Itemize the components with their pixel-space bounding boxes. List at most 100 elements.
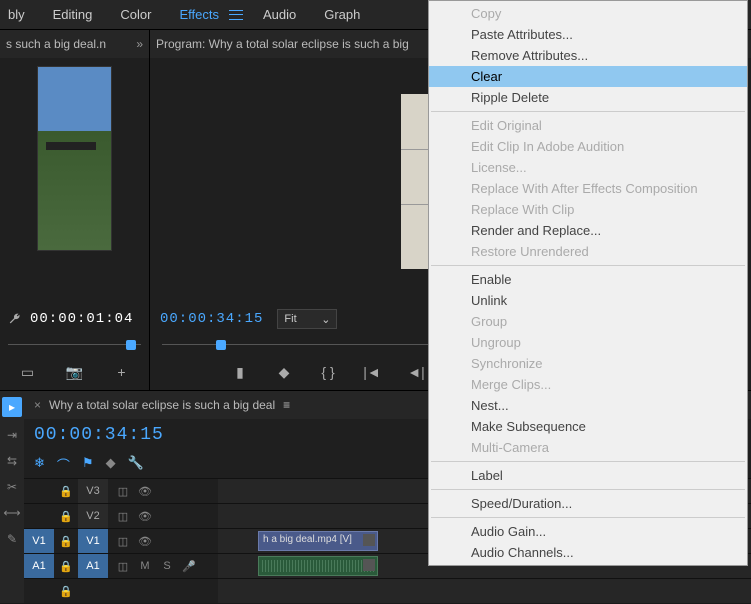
track-a1-src[interactable]: A1 <box>24 554 54 578</box>
separator <box>431 265 745 266</box>
toggle-output-icon[interactable]: ◫ <box>114 485 132 498</box>
tab-audio[interactable]: Audio <box>263 7 296 22</box>
separator <box>431 517 745 518</box>
source-tab-title: s such a big deal.n <box>6 37 106 51</box>
ctx-audio-channels[interactable]: Audio Channels... <box>429 542 747 563</box>
snapshot-icon[interactable]: 📷 <box>65 362 85 382</box>
ctx-audio-gain[interactable]: Audio Gain... <box>429 521 747 542</box>
program-timecode: 00:00:34:15 <box>160 311 263 327</box>
separator <box>431 489 745 490</box>
ripple-tool-icon[interactable]: ⇆ <box>4 453 20 469</box>
link-icon[interactable]: ⌒ <box>57 455 70 474</box>
lock-icon[interactable]: 🔒 <box>54 560 78 573</box>
solo-button[interactable]: S <box>158 560 176 573</box>
ctx-clear[interactable]: Clear <box>429 66 747 87</box>
tag-icon[interactable]: ◆ <box>106 455 116 474</box>
ctx-paste-attributes[interactable]: Paste Attributes... <box>429 24 747 45</box>
zoom-select[interactable]: Fit⌄ <box>277 309 337 329</box>
ctx-remove-attributes[interactable]: Remove Attributes... <box>429 45 747 66</box>
close-icon[interactable]: × <box>34 398 41 412</box>
step-back-icon[interactable]: |◄ <box>362 362 382 382</box>
audio-clip[interactable] <box>258 556 378 576</box>
marker-icon[interactable]: ▭ <box>18 362 38 382</box>
source-scrubber[interactable] <box>8 334 141 354</box>
ctx-multi-camera: Multi-Camera <box>429 437 747 458</box>
ctx-nest[interactable]: Nest... <box>429 395 747 416</box>
track-v3-label[interactable]: V3 <box>78 479 108 503</box>
ctx-make-subsequence[interactable]: Make Subsequence <box>429 416 747 437</box>
snap-icon[interactable]: ❄ <box>34 455 45 474</box>
separator <box>431 461 745 462</box>
razor-tool-icon[interactable]: ✂ <box>4 479 20 495</box>
ctx-group: Group <box>429 311 747 332</box>
toggle-output-icon[interactable]: ◫ <box>114 560 132 573</box>
ctx-render-replace[interactable]: Render and Replace... <box>429 220 747 241</box>
eye-icon[interactable]: 👁 <box>136 510 154 523</box>
selection-tool-icon[interactable]: ▸ <box>2 397 22 417</box>
source-panel: s such a big deal.n » 00:00:01:04 ▭ 📷 + <box>0 30 150 390</box>
tab-editing[interactable]: Editing <box>53 7 93 22</box>
track-a1-label[interactable]: A1 <box>78 554 108 578</box>
tab-menu-icon[interactable] <box>229 10 243 20</box>
ctx-restore-unrendered: Restore Unrendered <box>429 241 747 262</box>
voice-icon[interactable]: 🎤 <box>180 560 198 573</box>
source-timecode: 00:00:01:04 <box>30 311 133 327</box>
ctx-edit-audition: Edit Clip In Adobe Audition <box>429 136 747 157</box>
track-v1-src[interactable]: V1 <box>24 529 54 553</box>
ctx-speed-duration[interactable]: Speed/Duration... <box>429 493 747 514</box>
track-select-icon[interactable]: ⇥ <box>4 427 20 443</box>
step-fwd-icon[interactable]: ◄| <box>406 362 426 382</box>
ctx-synchronize: Synchronize <box>429 353 747 374</box>
tab-assembly[interactable]: bly <box>8 7 25 22</box>
ctx-copy: Copy <box>429 3 747 24</box>
fx-badge <box>363 559 375 571</box>
fx-badge <box>363 534 375 546</box>
mark-in-icon[interactable]: ▮ <box>230 362 250 382</box>
ctx-label[interactable]: Label <box>429 465 747 486</box>
source-preview[interactable] <box>0 58 149 304</box>
context-menu: Copy Paste Attributes... Remove Attribut… <box>428 0 748 566</box>
lock-icon[interactable]: 🔒 <box>54 485 78 498</box>
tab-graphics[interactable]: Graph <box>324 7 360 22</box>
lift-icon[interactable]: { } <box>318 362 338 382</box>
toggle-output-icon[interactable]: ◫ <box>114 510 132 523</box>
marker-add-icon[interactable]: ⚑ <box>82 455 94 474</box>
ctx-unlink[interactable]: Unlink <box>429 290 747 311</box>
eye-icon[interactable]: 👁 <box>136 485 154 498</box>
program-tab-title: Program: Why a total solar eclipse is su… <box>156 37 409 51</box>
toggle-output-icon[interactable]: ◫ <box>114 535 132 548</box>
mute-button[interactable]: M <box>136 560 154 573</box>
ctx-ripple-delete[interactable]: Ripple Delete <box>429 87 747 108</box>
wrench2-icon[interactable]: 🔧 <box>128 455 144 474</box>
chevron-down-icon: ⌄ <box>321 313 330 326</box>
wrench-icon[interactable] <box>8 312 22 326</box>
pen-tool-icon[interactable]: ✎ <box>4 531 20 547</box>
menu-icon[interactable]: ≡ <box>283 398 290 412</box>
ctx-license: License... <box>429 157 747 178</box>
timeline-tools: ▸ ⇥ ⇆ ✂ ⟷ ✎ <box>0 391 24 603</box>
lock-icon[interactable]: 🔒 <box>54 535 78 548</box>
ctx-merge-clips: Merge Clips... <box>429 374 747 395</box>
chevron-right-icon[interactable]: » <box>136 37 143 51</box>
track-v2-label[interactable]: V2 <box>78 504 108 528</box>
tab-effects[interactable]: Effects <box>179 7 219 22</box>
ctx-edit-original: Edit Original <box>429 115 747 136</box>
eye-icon[interactable]: 👁 <box>136 535 154 548</box>
ctx-enable[interactable]: Enable <box>429 269 747 290</box>
add-icon[interactable]: + <box>112 362 132 382</box>
ctx-replace-ae: Replace With After Effects Composition <box>429 178 747 199</box>
source-tab[interactable]: s such a big deal.n » <box>0 30 149 58</box>
slip-tool-icon[interactable]: ⟷ <box>4 505 20 521</box>
lock-icon[interactable]: 🔒 <box>54 585 78 598</box>
sequence-timecode: 00:00:34:15 <box>34 425 164 445</box>
source-toolbar: ▭ 📷 + <box>0 354 149 390</box>
track-v1-label[interactable]: V1 <box>78 529 108 553</box>
ctx-ungroup: Ungroup <box>429 332 747 353</box>
ctx-replace-clip: Replace With Clip <box>429 199 747 220</box>
sequence-title: Why a total solar eclipse is such a big … <box>49 398 275 412</box>
video-clip[interactable]: h a big deal.mp4 [V] <box>258 531 378 551</box>
timeline-options: ❄ ⌒ ⚑ ◆ 🔧 <box>24 451 264 478</box>
tab-color[interactable]: Color <box>120 7 151 22</box>
mark-out-icon[interactable]: ◆ <box>274 362 294 382</box>
lock-icon[interactable]: 🔒 <box>54 510 78 523</box>
